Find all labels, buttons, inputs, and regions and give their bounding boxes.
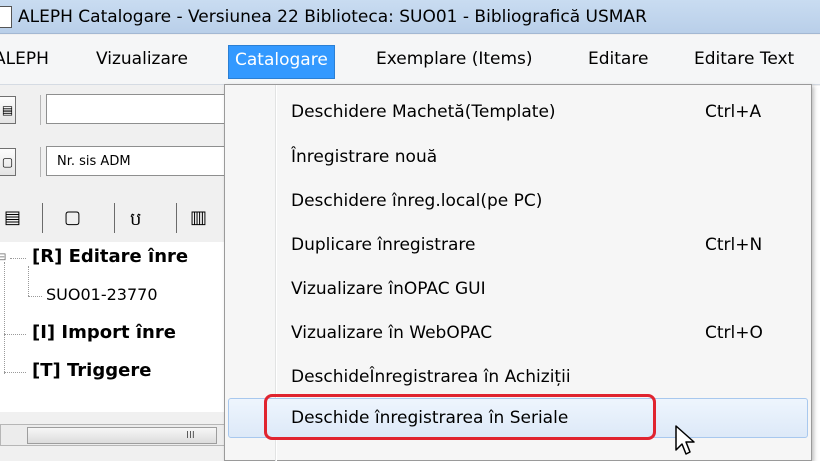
tab-record-icon[interactable]: ▢ (64, 207, 81, 228)
horizontal-scrollbar[interactable]: III (0, 424, 228, 446)
menu-item-label: Deschidere înreg.local(pe PC) (291, 191, 543, 211)
window-title: ALEPH Catalogare - Versiunea 22 Bibliote… (18, 7, 647, 27)
tree-node-triggers[interactable]: [T] Triggere (32, 360, 151, 381)
menu-new-record[interactable]: Înregistrare nouă (225, 138, 811, 178)
tree-connector (4, 372, 26, 373)
menu-aleph[interactable]: ALEPH (0, 49, 49, 69)
menu-duplicate-record[interactable]: Duplicare înregistrare Ctrl+N (225, 226, 811, 266)
menu-item-label: Vizualizare în WebOPAC (291, 323, 493, 343)
menu-bar: ALEPH Vizualizare Catalogare Exemplare (… (0, 35, 820, 85)
tree-connector (28, 296, 42, 297)
menu-item-shortcut: Ctrl+N (705, 235, 763, 255)
menu-editare-text[interactable]: Editare Text (694, 49, 794, 69)
tree-connector (4, 262, 5, 374)
toolbar-separator (40, 95, 41, 125)
menu-view-webopac[interactable]: Vizualizare în WebOPAC Ctrl+O (225, 314, 811, 354)
menu-item-shortcut: Ctrl+A (705, 102, 762, 122)
tree-connector (10, 258, 26, 259)
tree-node-edit[interactable]: [R] Editare înre (32, 246, 188, 267)
tab-catalog-icon[interactable]: ▤ (4, 207, 21, 228)
mouse-cursor-icon (675, 425, 695, 455)
tree-connector (4, 334, 26, 335)
left-panel: ▤ ▢ Nr. sis ADM ▤ ▢ ប ▥ ⊟ [R] Editare în… (0, 86, 230, 461)
record-icon[interactable]: ▤ (0, 96, 16, 124)
scroll-grip: III (186, 430, 195, 441)
adm-number-value: Nr. sis ADM (57, 154, 131, 169)
tab-trigger-icon[interactable]: ប (130, 207, 141, 234)
panel-tabs: ▤ ▢ ប ▥ (0, 199, 230, 237)
menu-item-label: Deschidere Machetă(Template) (291, 102, 556, 122)
menu-item-label: Duplicare înregistrare (291, 235, 476, 255)
right-pane-edge (812, 86, 820, 461)
menu-vizualizare[interactable]: Vizualizare (96, 49, 188, 69)
tab-separator (42, 203, 43, 233)
menu-editare[interactable]: Editare (588, 49, 648, 69)
app-icon (0, 6, 12, 28)
collapse-icon[interactable]: ⊟ (0, 253, 8, 264)
menu-exemplare[interactable]: Exemplare (Items) (376, 49, 533, 69)
document-icon[interactable]: ▢ (0, 148, 16, 176)
menu-open-template[interactable]: Deschidere Machetă(Template) Ctrl+A (225, 93, 811, 133)
title-bar: ALEPH Catalogare - Versiunea 22 Bibliote… (0, 0, 820, 34)
tree-connector (28, 266, 29, 296)
search-input[interactable] (46, 94, 230, 124)
toolbar-separator (40, 147, 41, 177)
tree-leaf-record[interactable]: SUO01-23770 (46, 285, 158, 304)
tab-separator (176, 203, 177, 233)
menu-open-in-acquisitions[interactable]: DeschideÎnregistrarea în Achiziții (225, 358, 811, 398)
menu-item-shortcut: Ctrl+O (705, 323, 763, 343)
annotation-highlight (264, 394, 656, 440)
menu-open-local-record[interactable]: Deschidere înreg.local(pe PC) (225, 182, 811, 222)
menu-view-opac-gui[interactable]: Vizualizare înOPAC GUI (225, 270, 811, 310)
menu-item-label: Vizualizare înOPAC GUI (291, 279, 486, 299)
tree-node-import[interactable]: [I] Import înre (32, 322, 176, 343)
menu-item-label: Înregistrare nouă (291, 147, 438, 167)
menu-catalogare[interactable]: Catalogare (228, 45, 335, 79)
menu-item-label: DeschideÎnregistrarea în Achiziții (291, 367, 571, 387)
tab-separator (114, 203, 115, 233)
tab-print-icon[interactable]: ▥ (190, 207, 207, 228)
adm-number-field[interactable]: Nr. sis ADM (46, 146, 230, 176)
scrollbar-thumb[interactable]: III (27, 427, 217, 444)
record-tree: ⊟ [R] Editare înre SUO01-23770 [I] Impor… (0, 242, 230, 412)
